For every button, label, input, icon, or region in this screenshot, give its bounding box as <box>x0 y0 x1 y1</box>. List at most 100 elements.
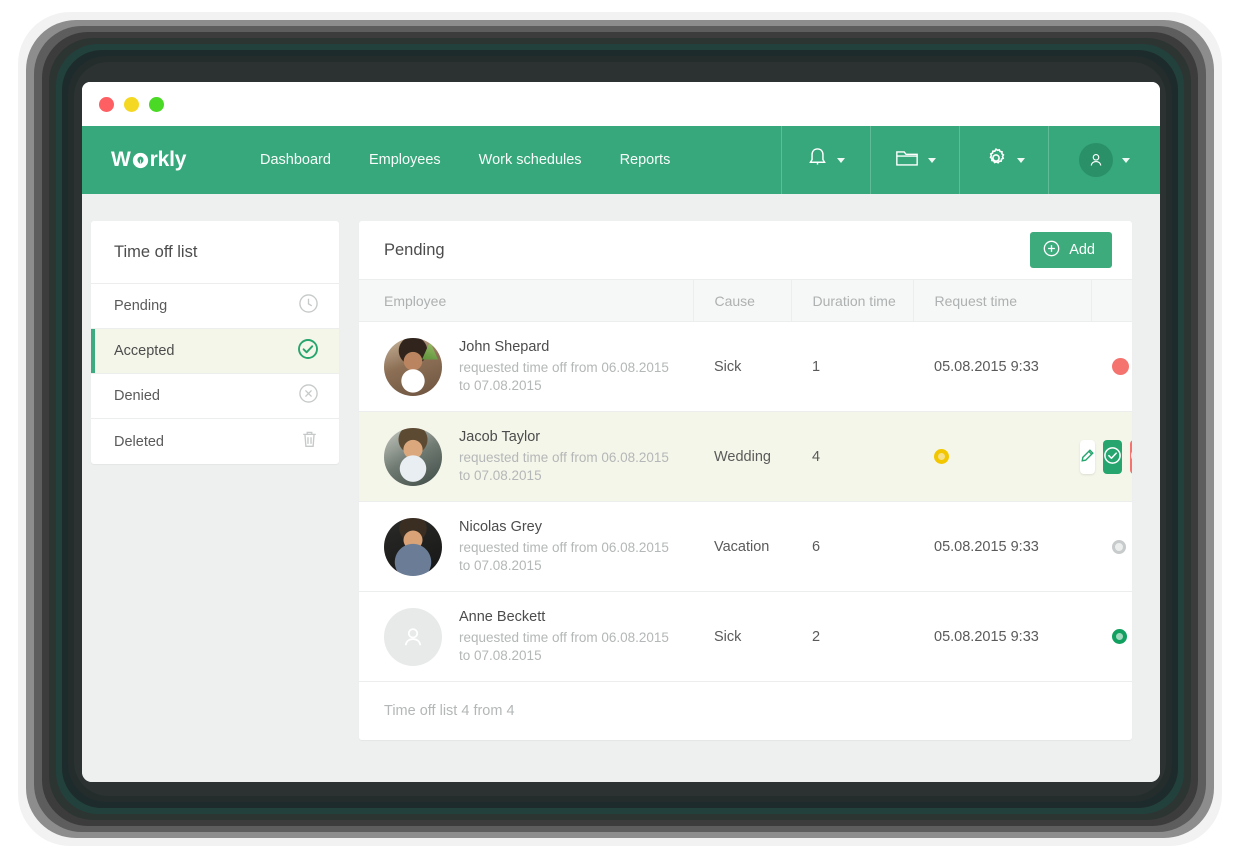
x-circle-icon <box>1130 446 1132 468</box>
chevron-down-icon <box>1016 157 1025 163</box>
edit-button[interactable] <box>1080 439 1095 474</box>
time-off-sidebar: Time off list Pending Accepted Denied De… <box>91 221 339 464</box>
cause-cell: Sick <box>693 321 791 412</box>
sidebar-item-label: Accepted <box>114 343 175 359</box>
files-menu[interactable] <box>870 126 959 194</box>
row-actions-cell <box>1080 411 1132 502</box>
sidebar-item-label: Denied <box>114 388 160 404</box>
bell-icon <box>807 146 828 174</box>
avatar <box>384 337 442 396</box>
user-account-menu[interactable] <box>1048 126 1160 194</box>
table-row[interactable]: Jacob Taylor requested time off from 06.… <box>359 411 1132 502</box>
sidebar-title: Time off list <box>91 221 339 284</box>
request-description-line2: to 07.08.2015 <box>459 468 542 484</box>
cause-cell: Sick <box>693 591 791 682</box>
logo-text-post: rkly <box>149 148 187 171</box>
avatar <box>384 517 442 576</box>
cause-cell: Wedding <box>693 411 791 502</box>
check-circle-icon <box>1103 446 1122 468</box>
sidebar-item-deleted[interactable]: Deleted <box>91 419 339 464</box>
employee-cell: Anne Beckett requested time off from 06.… <box>359 591 693 682</box>
table-body: John Shepard requested time off from 06.… <box>359 321 1132 682</box>
status-badge <box>1112 539 1126 554</box>
sidebar-item-accepted[interactable]: Accepted <box>91 329 339 374</box>
employee-name: Anne Beckett <box>459 608 546 625</box>
request-description-line2: to 07.08.2015 <box>459 378 542 394</box>
request-description-line1: requested time off from 06.08.2015 <box>459 450 669 466</box>
row-actions <box>1080 439 1132 474</box>
table-row[interactable]: John Shepard requested time off from 06.… <box>359 321 1132 412</box>
page-title: Pending <box>384 240 445 259</box>
plus-circle-icon <box>1043 240 1060 261</box>
column-header-request-time[interactable]: Request time <box>912 279 1091 322</box>
app-logo[interactable]: W rkly <box>82 126 258 194</box>
maximize-button[interactable] <box>149 96 164 112</box>
status-cell <box>1091 321 1132 412</box>
duration-cell: 1 <box>791 321 913 412</box>
minimize-button[interactable] <box>124 96 139 112</box>
folder-icon <box>895 147 919 173</box>
cause-cell: Vacation <box>693 501 791 592</box>
notifications-menu[interactable] <box>781 126 870 194</box>
duration-cell: 6 <box>791 501 913 592</box>
close-button[interactable] <box>99 96 114 112</box>
page-content: Time off list Pending Accepted Denied De… <box>82 194 1160 782</box>
sidebar-item-label: Pending <box>114 298 168 314</box>
column-header-duration-time[interactable]: Duration time <box>790 279 913 322</box>
sidebar-item-label: Deleted <box>114 433 164 450</box>
request-time-cell: 05.08.2015 9:33 <box>913 501 1091 592</box>
request-description-line1: requested time off from 06.08.2015 <box>459 630 669 646</box>
chevron-down-icon <box>927 157 936 163</box>
request-description-line2: to 07.08.2015 <box>459 558 542 574</box>
deny-button[interactable] <box>1130 439 1132 474</box>
time-off-panel: Pending Add Employee Cause Duration time… <box>359 221 1132 740</box>
sidebar-item-denied[interactable]: Denied <box>91 374 339 419</box>
employee-name: Nicolas Grey <box>459 518 542 535</box>
employee-cell: Jacob Taylor requested time off from 06.… <box>359 411 693 502</box>
request-description-line1: requested time off from 06.08.2015 <box>459 540 669 556</box>
accept-button[interactable] <box>1103 439 1122 474</box>
status-cell <box>1091 501 1132 592</box>
sidebar-item-pending[interactable]: Pending <box>91 284 339 329</box>
nav-link-dashboard[interactable]: Dashboard <box>260 152 331 168</box>
status-badge <box>934 449 949 464</box>
table-row[interactable]: Nicolas Grey requested time off from 06.… <box>359 501 1132 592</box>
column-header-employee[interactable]: Employee <box>359 279 693 322</box>
chevron-down-icon <box>1122 157 1130 163</box>
time-off-table: Employee Cause Duration time Request tim… <box>359 279 1132 682</box>
logo-text-pre: W <box>111 148 131 171</box>
avatar <box>384 427 442 486</box>
settings-menu[interactable] <box>959 126 1048 194</box>
request-description-line2: to 07.08.2015 <box>459 648 542 664</box>
duration-cell: 4 <box>791 411 913 502</box>
add-button[interactable]: Add <box>1030 232 1112 268</box>
app-navbar: W rkly Dashboard Employees Work schedule… <box>82 126 1160 194</box>
status-cell <box>1091 591 1132 682</box>
window-titlebar <box>82 82 1160 126</box>
request-time-cell: 05.08.2015 9:33 <box>913 321 1091 412</box>
column-header-cause[interactable]: Cause <box>692 279 791 322</box>
status-badge <box>1112 629 1127 644</box>
trash-icon <box>300 429 319 455</box>
nav-link-employees[interactable]: Employees <box>369 152 441 168</box>
nav-link-reports[interactable]: Reports <box>620 152 671 168</box>
request-time-cell: 05.08.2015 9:33 <box>913 591 1091 682</box>
clock-icon <box>298 293 319 319</box>
nav-link-work-schedules[interactable]: Work schedules <box>479 152 582 168</box>
add-button-label: Add <box>1069 242 1095 258</box>
avatar-placeholder <box>384 607 442 666</box>
table-header: Employee Cause Duration time Request tim… <box>359 279 1132 322</box>
panel-header: Pending Add <box>359 221 1132 279</box>
employee-name: John Shepard <box>459 338 550 355</box>
browser-window: W rkly Dashboard Employees Work schedule… <box>82 82 1160 782</box>
status-cell <box>913 411 1091 502</box>
gear-icon <box>984 146 1008 175</box>
avatar <box>1079 143 1113 177</box>
employee-cell: Nicolas Grey requested time off from 06.… <box>359 501 693 592</box>
column-header-actions <box>1090 279 1132 322</box>
table-row[interactable]: Anne Beckett requested time off from 06.… <box>359 591 1132 682</box>
logo-leaf-circle-icon <box>132 152 149 169</box>
table-footer-count: Time off list 4 from 4 <box>359 682 1132 740</box>
nav-links: Dashboard Employees Work schedules Repor… <box>258 126 781 194</box>
employee-name: Jacob Taylor <box>459 428 541 445</box>
